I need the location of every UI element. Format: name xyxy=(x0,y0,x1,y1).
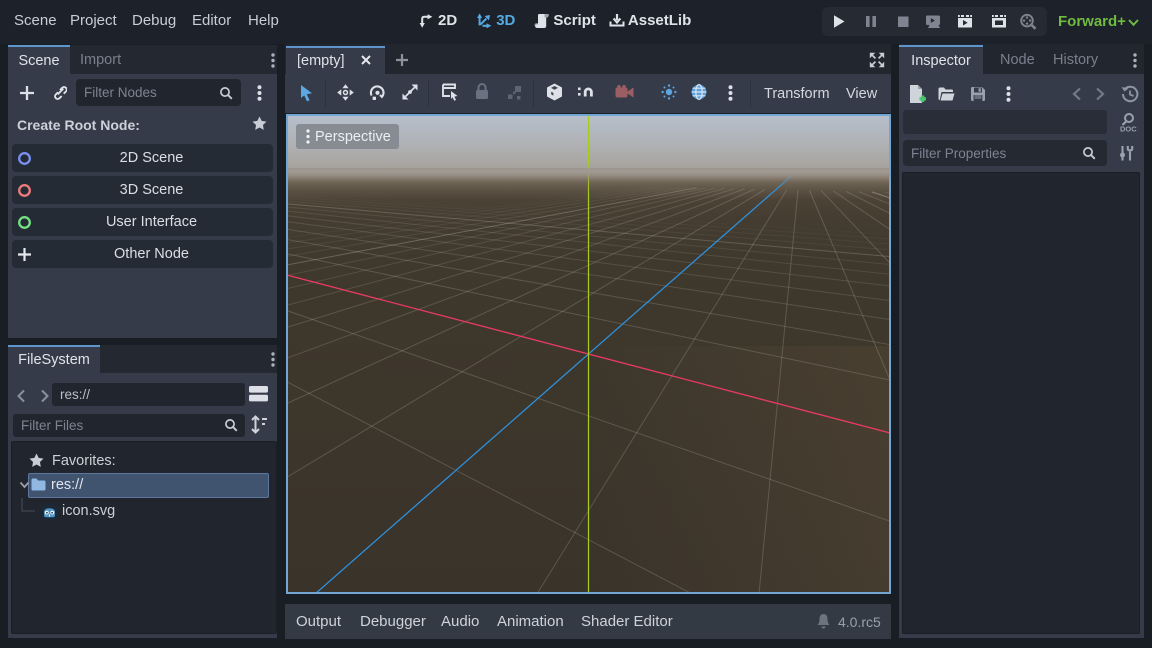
svg-text:DOC: DOC xyxy=(1120,125,1137,134)
